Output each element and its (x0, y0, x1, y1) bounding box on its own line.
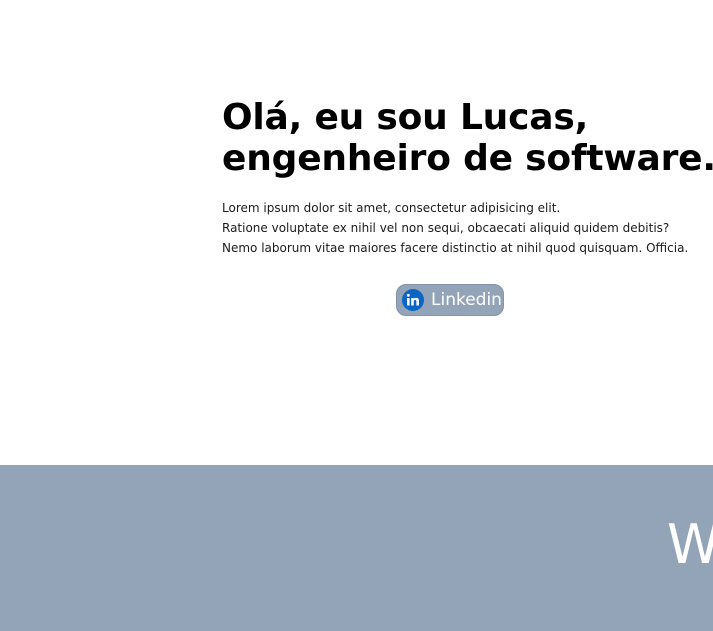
hero-description-line: Nemo laborum vitae maiores facere distin… (222, 241, 689, 255)
hero-title-line: Olá, eu sou Lucas, (222, 97, 589, 138)
hero-description: Lorem ipsum dolor sit amet, consectetur … (222, 198, 692, 258)
linkedin-icon (402, 289, 424, 311)
hero-title: Olá, eu sou Lucas, engenheiro de softwar… (222, 97, 713, 179)
hero-description-line: Lorem ipsum dolor sit amet, consectetur … (222, 201, 561, 215)
linkedin-button-label: Linkedin (431, 290, 502, 310)
hero-section: Olá, eu sou Lucas, engenheiro de softwar… (0, 0, 713, 465)
linkedin-button[interactable]: Linkedin (396, 284, 504, 316)
page: Olá, eu sou Lucas, engenheiro de softwar… (0, 0, 713, 631)
hero-title-line: engenheiro de software. (222, 138, 713, 179)
hero-description-line: Ratione voluptate ex nihil vel non sequi… (222, 221, 670, 235)
section-heading: W (667, 513, 713, 576)
next-section-band: W (0, 465, 713, 631)
